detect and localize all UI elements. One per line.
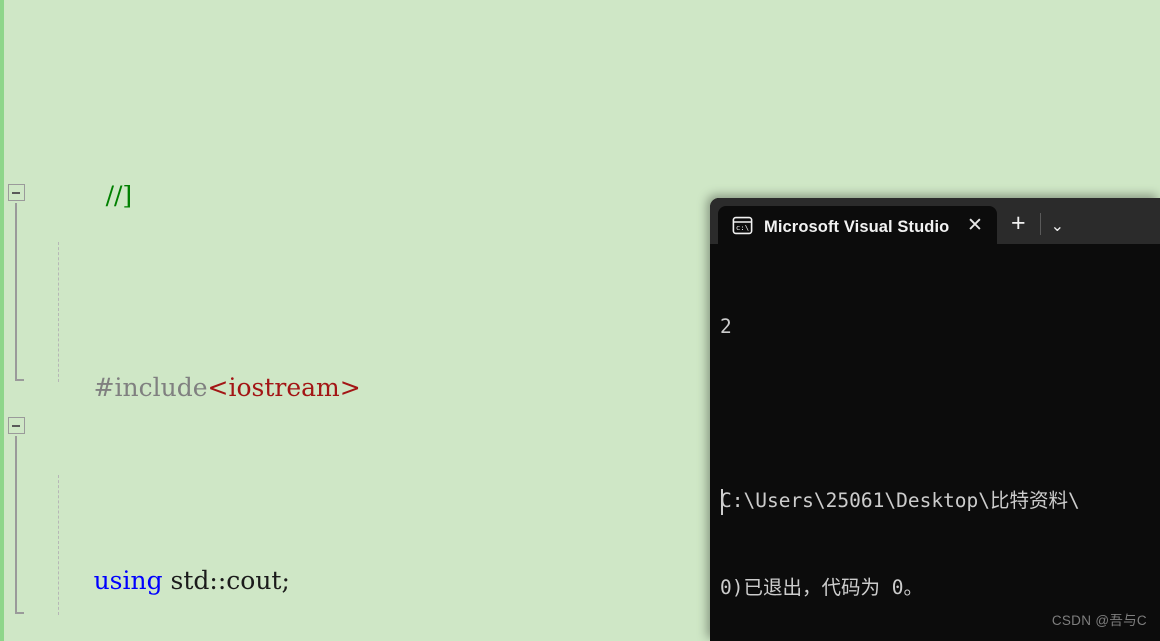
- svg-text:c:\: c:\: [736, 223, 749, 232]
- terminal-tab[interactable]: c:\ Microsoft Visual Studio 调试控 ✕: [718, 206, 997, 244]
- terminal-tab-title: Microsoft Visual Studio 调试控: [764, 218, 952, 236]
- terminal-output-line: 0)已退出，代码为 0。: [720, 576, 923, 599]
- code-token-std-cout: std::cout;: [162, 566, 290, 596]
- terminal-output-line: 2: [720, 315, 732, 338]
- console-cmd-icon: c:\: [732, 215, 753, 236]
- terminal-cursor: [721, 489, 723, 515]
- code-token-include-header: <iostream>: [207, 373, 361, 403]
- terminal-titlebar[interactable]: c:\ Microsoft Visual Studio 调试控 ✕ + ⌄: [710, 198, 1160, 244]
- code-line-0: //]: [0, 154, 1160, 210]
- csdn-watermark: CSDN @吾与C: [1051, 613, 1147, 628]
- screenshot-root: //] #include<iostream> using std::cout; …: [0, 0, 1160, 641]
- code-token-include-directive: #include: [93, 373, 208, 403]
- code-token-top-fragment: //]: [105, 180, 133, 210]
- code-token-using-kw-cout: using: [93, 566, 163, 596]
- chevron-down-icon[interactable]: ⌄: [1041, 216, 1074, 236]
- terminal-output[interactable]: 2 C:\Users\25061\Desktop\比特资料\ 0)已退出，代码为…: [710, 244, 1160, 641]
- terminal-window[interactable]: c:\ Microsoft Visual Studio 调试控 ✕ + ⌄ 2 …: [710, 198, 1160, 641]
- terminal-output-line: C:\Users\25061\Desktop\比特资料\: [720, 489, 1080, 512]
- close-icon[interactable]: ✕: [963, 216, 987, 235]
- new-tab-button[interactable]: +: [997, 211, 1040, 236]
